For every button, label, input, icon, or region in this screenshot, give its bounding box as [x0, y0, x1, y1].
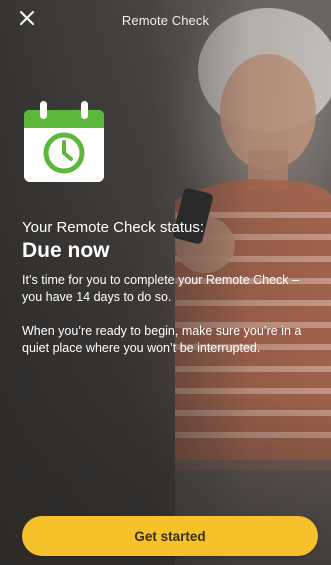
calendar-clock-icon	[22, 100, 106, 184]
instruction-paragraph-1: It’s time for you to complete your Remot…	[22, 273, 299, 304]
top-bar: Remote Check	[0, 0, 331, 40]
status-value: Due now	[22, 239, 110, 262]
instruction-paragraph-2: When you’re ready to begin, make sure yo…	[22, 324, 302, 355]
remote-check-screen: Remote Check Your Remote Check status: D…	[0, 0, 331, 565]
page-title: Remote Check	[121, 13, 210, 28]
status-label: Your Remote Check status:	[22, 219, 205, 236]
get-started-button[interactable]: Get started	[22, 516, 318, 556]
